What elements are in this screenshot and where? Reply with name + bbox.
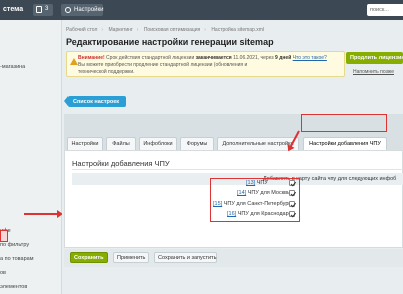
checkbox-sef[interactable] bbox=[289, 180, 295, 186]
alert-text-part: 11.06.2021, через bbox=[231, 55, 276, 61]
iblock-id-link[interactable]: [16] bbox=[227, 211, 236, 217]
iblock-id-link[interactable]: [15] bbox=[213, 201, 222, 207]
main-content: Рабочий стол › Маркетинг › Поисковая оптим… bbox=[62, 20, 403, 294]
settings-label: Настройки bbox=[74, 6, 104, 13]
notifications-button[interactable]: 3 bbox=[33, 4, 53, 16]
sidebar-item[interactable]: а по товарам bbox=[0, 256, 34, 262]
tab-iblocks[interactable]: Инфоблоки bbox=[139, 137, 177, 150]
checkbox-row: [16] ЧПУ для Краснодара bbox=[227, 211, 292, 217]
tab-files[interactable]: Файлы bbox=[106, 137, 136, 150]
alert-text-part: Вы можете приобрести продление стандартн… bbox=[78, 62, 248, 68]
checkbox-label: ЧПУ для Москвы bbox=[247, 190, 292, 196]
iblock-id-link[interactable]: [14] bbox=[237, 190, 246, 196]
tab-forums[interactable]: Форумы bbox=[180, 137, 214, 150]
checkbox-label: ЧПУ для Санкт-Петербурга bbox=[223, 201, 294, 207]
panel-heading: Настройки добавления ЧПУ bbox=[72, 159, 170, 168]
warning-icon bbox=[70, 58, 78, 65]
save-button[interactable]: Сохранить bbox=[70, 252, 108, 263]
breadcrumb: Рабочий стол › Маркетинг › Поисковая оптим… bbox=[66, 27, 264, 33]
breadcrumb-item[interactable]: Поисковая оптимизация bbox=[144, 27, 200, 33]
checkbox-label: ЧПУ bbox=[256, 180, 268, 186]
iblock-id-link[interactable]: [13] bbox=[246, 180, 255, 186]
sidebar-item[interactable]: по фильтру bbox=[0, 242, 29, 248]
alert-text-part: технической поддержки. bbox=[78, 69, 135, 75]
sidebar-item[interactable]: ов bbox=[0, 270, 6, 276]
tab-settings[interactable]: Настройки bbox=[67, 137, 103, 150]
top-bar: стема 3 Настройки поиск... bbox=[0, 0, 403, 20]
notification-icon bbox=[36, 6, 42, 13]
breadcrumb-item[interactable]: Маркетинг bbox=[108, 27, 132, 33]
checkbox-sef-krasnodar[interactable] bbox=[289, 211, 295, 217]
alert-link[interactable]: Что это такое? bbox=[293, 55, 327, 61]
alert-text-part: Срок действия стандартной лицензии bbox=[104, 55, 196, 61]
alert-days: 9 дней bbox=[275, 55, 292, 61]
alert-lead: Внимание! bbox=[78, 55, 105, 61]
checkbox-row: [15] ЧПУ для Санкт-Петербурга bbox=[213, 201, 293, 207]
divider bbox=[72, 169, 403, 170]
gear-icon bbox=[65, 7, 71, 13]
checkbox-label: ЧПУ для Краснодара bbox=[237, 211, 292, 217]
checkbox-sef-spb[interactable] bbox=[289, 201, 295, 207]
license-alert: Внимание! Срок действия стандартной лице… bbox=[66, 51, 345, 77]
renew-license-button[interactable]: Продлить лицензию bbox=[346, 52, 403, 64]
alert-text: Внимание! Срок действия стандартной лице… bbox=[78, 55, 342, 76]
checkbox-row: [13] ЧПУ bbox=[246, 180, 268, 186]
brand-label: стема bbox=[3, 6, 24, 13]
breadcrumb-item[interactable]: Рабочий стол bbox=[66, 27, 97, 33]
tab-highlight-box bbox=[301, 114, 387, 132]
checkbox-row: [14] ЧПУ для Москвы bbox=[237, 190, 291, 196]
sidebar-active-highlight[interactable] bbox=[0, 230, 8, 242]
page-title: Редактирование настройки генерации sitem… bbox=[66, 37, 274, 47]
sidebar-item[interactable]: элементов bbox=[0, 284, 27, 290]
sidebar-item[interactable]: -магазина bbox=[0, 64, 25, 70]
checkbox-sef-moscow[interactable] bbox=[289, 190, 295, 196]
apply-button[interactable]: Применить bbox=[113, 252, 149, 263]
settings-list-button[interactable]: Список настроек bbox=[64, 96, 126, 107]
save-and-run-button[interactable]: Сохранить и запустить bbox=[154, 252, 217, 263]
tab-sef-settings[interactable]: Настройки добавления ЧПУ bbox=[303, 137, 387, 150]
notification-count: 3 bbox=[45, 6, 49, 12]
search-input[interactable]: поиск... bbox=[367, 4, 403, 16]
settings-button[interactable]: Настройки bbox=[61, 4, 103, 16]
breadcrumb-item[interactable]: Настройка sitemap.xml bbox=[211, 27, 264, 33]
annotation-arrow-right bbox=[24, 210, 63, 218]
sidebar: -магазина ифе по фильтру а по товарам ов… bbox=[0, 20, 62, 294]
remind-later-link[interactable]: Напомнить позже bbox=[353, 69, 394, 75]
alert-text-bold: заканчивается bbox=[195, 55, 232, 61]
